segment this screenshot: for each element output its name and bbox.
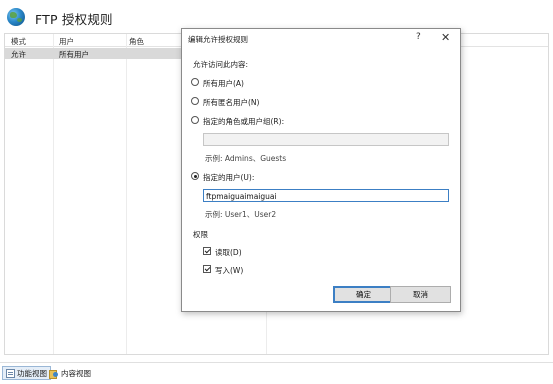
table-row[interactable]: 允许 所有用户	[5, 48, 183, 59]
tab-features-view[interactable]: 功能视图	[2, 366, 51, 380]
dialog-title: 编辑允许授权规则	[188, 35, 248, 44]
read-checkbox-label[interactable]: 读取(D)	[215, 247, 242, 258]
column-header-roles[interactable]: 角色	[129, 36, 144, 47]
radio-anonymous-users-label[interactable]: 所有匿名用户(N)	[203, 97, 259, 108]
content-view-icon	[49, 369, 59, 379]
write-checkbox-label[interactable]: 写入(W)	[215, 265, 243, 276]
features-view-icon	[6, 368, 15, 378]
view-tabs: 功能视图 内容视图	[0, 362, 553, 384]
users-example: 示例: User1、User2	[205, 210, 277, 219]
permissions-label: 权限	[193, 230, 208, 239]
ok-button[interactable]: 确定	[333, 286, 394, 303]
cancel-button[interactable]: 取消	[390, 286, 451, 303]
close-button[interactable]: ✕	[441, 31, 450, 44]
dialog-titlebar[interactable]: 编辑允许授权规则 ? ✕	[182, 29, 460, 47]
column-header-users[interactable]: 用户	[59, 36, 74, 47]
radio-specified-users[interactable]	[191, 172, 199, 180]
tab-label: 内容视图	[61, 368, 91, 378]
roles-groups-field[interactable]	[203, 133, 449, 146]
roles-example: 示例: Admins、Guests	[205, 154, 287, 163]
radio-specified-users-label[interactable]: 指定的用户(U):	[203, 172, 254, 183]
edit-allow-rule-dialog: 编辑允许授权规则 ? ✕ 允许访问此内容: 所有用户(A) 所有匿名用户(N) …	[181, 28, 461, 312]
column-header-mode[interactable]: 模式	[11, 36, 26, 47]
page-title: FTP 授权规则	[35, 12, 113, 27]
cell-users: 所有用户	[59, 50, 89, 59]
read-checkbox[interactable]	[203, 247, 211, 255]
column-divider	[126, 34, 127, 354]
tab-label: 功能视图	[17, 368, 47, 378]
help-button[interactable]: ?	[416, 32, 421, 42]
access-label: 允许访问此内容:	[193, 60, 249, 69]
users-field[interactable]: ftpmaiguaimaiguai	[203, 189, 449, 202]
write-checkbox[interactable]	[203, 265, 211, 273]
radio-all-users-label[interactable]: 所有用户(A)	[203, 78, 244, 89]
tab-content-view[interactable]: 内容视图	[46, 366, 94, 380]
cell-mode: 允许	[11, 50, 26, 59]
radio-roles-groups[interactable]	[191, 116, 199, 124]
column-divider	[53, 34, 54, 354]
radio-anonymous-users[interactable]	[191, 97, 199, 105]
globe-icon	[7, 8, 25, 26]
radio-all-users[interactable]	[191, 78, 199, 86]
radio-roles-groups-label[interactable]: 指定的角色或用户组(R):	[203, 116, 284, 127]
